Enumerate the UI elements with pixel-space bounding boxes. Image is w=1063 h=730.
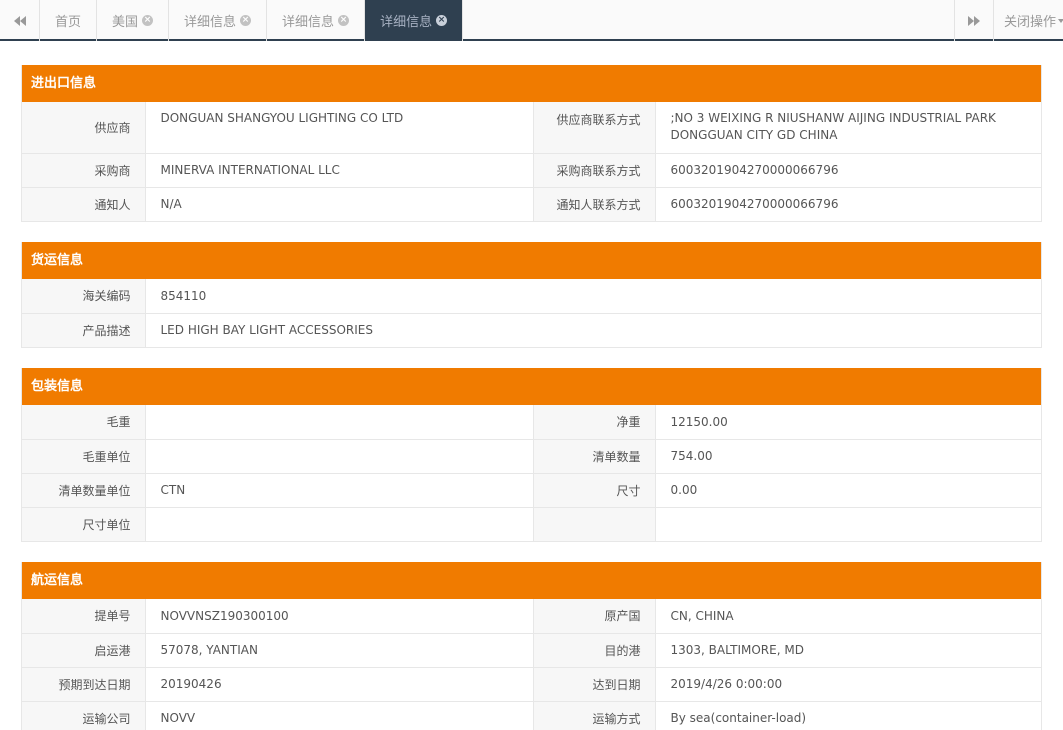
hs-code-value: 854110 — [144, 279, 1041, 314]
table-row: 产品描述 LED HIGH BAY LIGHT ACCESSORIES — [22, 312, 1041, 347]
destination-port-value: 1303, BALTIMORE, MD — [654, 632, 1041, 668]
bill-of-lading-value: NOVVNSZ190300100 — [144, 599, 534, 634]
close-icon[interactable]: × — [436, 15, 448, 26]
section-title: 航运信息 — [22, 562, 1041, 599]
close-operations-label: 关闭操作 — [1004, 15, 1057, 30]
table-row: 预期到达日期 20190426 达到日期 2019/4/26 0:00:00 — [22, 666, 1041, 702]
field-label: 清单数量 — [532, 438, 656, 474]
manifest-quantity-value: 754.00 — [654, 438, 1041, 474]
tab-label: 详细信息 — [380, 15, 433, 30]
tab-detail-active[interactable]: 详细信息 × — [365, 0, 464, 41]
table-row: 采购商 MINERVA INTERNATIONAL LLC 采购商联系方式 60… — [22, 152, 1041, 188]
field-label: 采购商 — [22, 152, 146, 188]
notify-contact-value: 6003201904270000066796 — [654, 186, 1041, 221]
table-row: 供应商 DONGUAN SHANGYOU LIGHTING CO LTD 供应商… — [22, 102, 1041, 154]
field-label: 产品描述 — [22, 312, 146, 347]
field-label: 供应商 — [22, 102, 146, 154]
field-label: 目的港 — [532, 632, 656, 668]
shipping-table: 提单号 NOVVNSZ190300100 原产国 CN, CHINA 启运港 5… — [22, 599, 1041, 730]
field-label: 毛重单位 — [22, 438, 146, 474]
address-line: DONGGUAN CITY GD CHINA — [670, 128, 838, 143]
field-label: 清单数量单位 — [22, 472, 146, 508]
field-label: 原产国 — [532, 599, 656, 634]
size-unit-value — [144, 506, 534, 541]
notify-value: N/A — [144, 186, 534, 221]
manifest-unit-value: CTN — [144, 472, 534, 508]
field-label: 提单号 — [22, 599, 146, 634]
field-label: 通知人 — [22, 186, 146, 221]
field-label — [532, 506, 656, 541]
tab-list: 首页 美国 × 详细信息 × 详细信息 × 详细信息 × — [40, 0, 464, 41]
import-export-section: 进出口信息 供应商 DONGUAN SHANGYOU LIGHTING CO L… — [21, 65, 1042, 222]
tab-home[interactable]: 首页 — [40, 0, 98, 41]
table-row: 运输公司 NOVV 运输方式 By sea(container-load) — [22, 700, 1041, 730]
close-operations-dropdown[interactable]: 关闭操作 — [995, 0, 1063, 41]
field-label: 预期到达日期 — [22, 666, 146, 702]
import-export-table: 供应商 DONGUAN SHANGYOU LIGHTING CO LTD 供应商… — [22, 102, 1041, 221]
product-description-value: LED HIGH BAY LIGHT ACCESSORIES — [144, 312, 1041, 347]
field-label: 采购商联系方式 — [532, 152, 656, 188]
field-label: 运输公司 — [22, 700, 146, 730]
departure-port-value: 57078, YANTIAN — [144, 632, 534, 668]
field-label: 运输方式 — [532, 700, 656, 730]
transport-mode-value: By sea(container-load) — [654, 700, 1041, 730]
table-row: 尺寸单位 — [22, 506, 1041, 541]
cargo-table: 海关编码 854110 产品描述 LED HIGH BAY LIGHT ACCE… — [22, 279, 1041, 347]
origin-country-value: CN, CHINA — [654, 599, 1041, 634]
close-icon[interactable]: × — [142, 15, 154, 26]
close-icon[interactable]: × — [240, 15, 252, 26]
tab-label: 详细信息 — [282, 15, 335, 30]
tab-usa[interactable]: 美国 × — [97, 0, 170, 41]
tab-detail[interactable]: 详细信息 × — [169, 0, 268, 41]
scroll-tabs-left-button[interactable] — [0, 0, 40, 41]
tab-label: 首页 — [55, 15, 82, 30]
size-value: 0.00 — [654, 472, 1041, 508]
field-label: 供应商联系方式 — [532, 102, 656, 154]
field-label: 通知人联系方式 — [532, 186, 656, 221]
table-row: 通知人 N/A 通知人联系方式 6003201904270000066796 — [22, 186, 1041, 221]
close-icon[interactable]: × — [338, 15, 350, 26]
table-row: 启运港 57078, YANTIAN 目的港 1303, BALTIMORE, … — [22, 632, 1041, 668]
table-row: 提单号 NOVVNSZ190300100 原产国 CN, CHINA — [22, 599, 1041, 634]
section-title: 包装信息 — [22, 368, 1041, 405]
field-label: 海关编码 — [22, 279, 146, 314]
address-line: ;NO 3 WEIXING R NIUSHANW AIJING INDUSTRI… — [670, 111, 996, 126]
gross-weight-value — [144, 405, 534, 440]
table-row: 毛重 净重 12150.00 — [22, 405, 1041, 440]
table-row: 海关编码 854110 — [22, 279, 1041, 314]
net-weight-value: 12150.00 — [654, 405, 1041, 440]
carrier-value: NOVV — [144, 700, 534, 730]
caret-down-icon — [1058, 18, 1063, 23]
arrival-date-value: 2019/4/26 0:00:00 — [654, 666, 1041, 702]
buyer-value: MINERVA INTERNATIONAL LLC — [144, 152, 534, 188]
shipping-section: 航运信息 提单号 NOVVNSZ190300100 原产国 CN, CHINA … — [21, 562, 1042, 730]
supplier-value: DONGUAN SHANGYOU LIGHTING CO LTD — [144, 102, 534, 154]
section-title: 货运信息 — [22, 242, 1041, 279]
cargo-section: 货运信息 海关编码 854110 产品描述 LED HIGH BAY LIGHT… — [21, 242, 1042, 348]
expected-arrival-value: 20190426 — [144, 666, 534, 702]
field-label: 净重 — [532, 405, 656, 440]
field-label: 尺寸 — [532, 472, 656, 508]
field-label: 毛重 — [22, 405, 146, 440]
section-title: 进出口信息 — [22, 65, 1041, 102]
scroll-tabs-right-button[interactable] — [954, 0, 994, 41]
tab-bar: 首页 美国 × 详细信息 × 详细信息 × 详细信息 × 关闭操作 — [0, 0, 1063, 41]
gross-weight-unit-value — [144, 438, 534, 474]
field-label: 达到日期 — [532, 666, 656, 702]
field-label: 尺寸单位 — [22, 506, 146, 541]
table-row: 毛重单位 清单数量 754.00 — [22, 438, 1041, 474]
packing-section: 包装信息 毛重 净重 12150.00 毛重单位 清单数量 754.00 清单数… — [21, 368, 1042, 542]
double-chevron-left-icon — [13, 15, 26, 26]
field-label: 启运港 — [22, 632, 146, 668]
double-chevron-right-icon — [968, 15, 980, 26]
tab-label: 详细信息 — [184, 15, 237, 30]
table-row: 清单数量单位 CTN 尺寸 0.00 — [22, 472, 1041, 508]
tab-detail[interactable]: 详细信息 × — [267, 0, 366, 41]
packing-table: 毛重 净重 12150.00 毛重单位 清单数量 754.00 清单数量单位 C… — [22, 405, 1041, 541]
supplier-contact-value: ;NO 3 WEIXING R NIUSHANW AIJING INDUSTRI… — [654, 102, 1041, 154]
tab-label: 美国 — [112, 15, 139, 30]
buyer-contact-value: 6003201904270000066796 — [654, 152, 1041, 188]
empty-value — [654, 506, 1041, 541]
